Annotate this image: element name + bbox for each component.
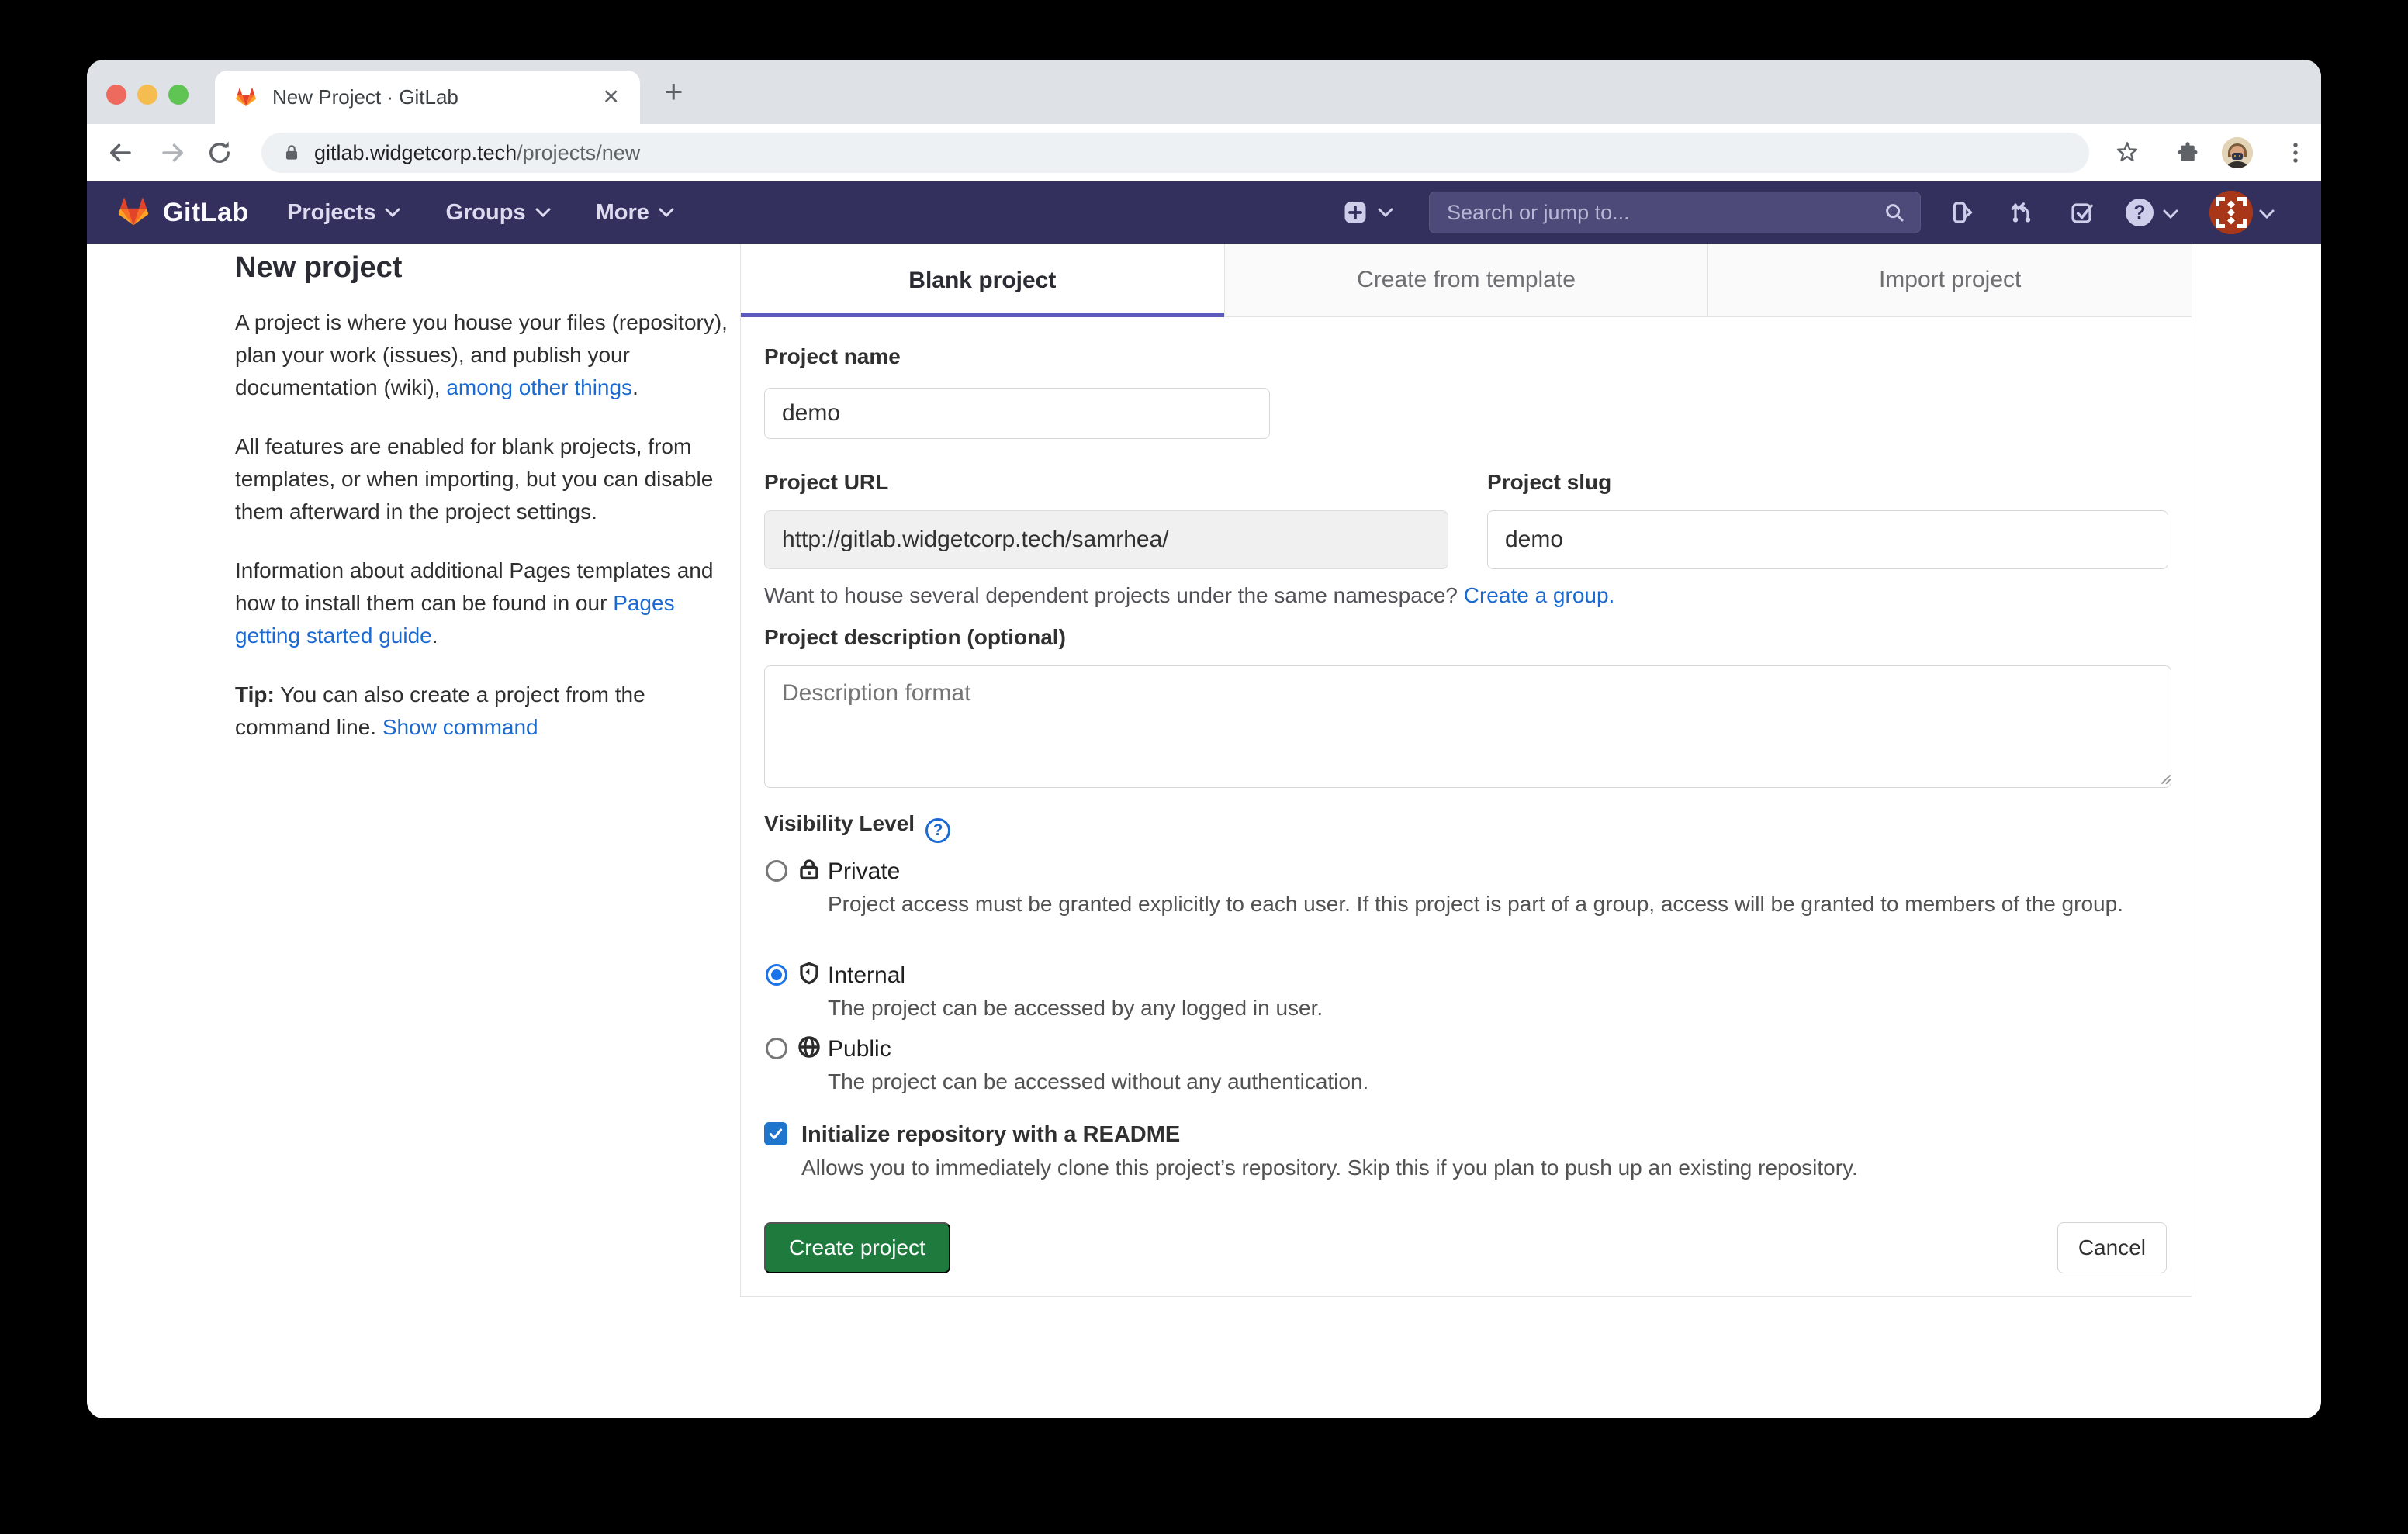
radio-private[interactable] xyxy=(766,860,787,882)
sidebar-paragraph: Tip: You can also create a project from … xyxy=(235,679,746,744)
tab-title: New Project · GitLab xyxy=(272,85,602,109)
lock-icon xyxy=(282,143,302,163)
url-bar[interactable]: gitlab.widgetcorp.tech/projects/new xyxy=(261,133,2089,173)
nav-menu-projects[interactable]: Projects xyxy=(287,200,400,226)
project-url-input[interactable] xyxy=(764,510,1448,569)
create-project-button[interactable]: Create project xyxy=(764,1222,950,1273)
sidebar-paragraph: All features are enabled for blank proje… xyxy=(235,430,746,528)
visibility-option-desc: The project can be accessed by any logge… xyxy=(828,991,1323,1025)
project-name-label: Project name xyxy=(764,344,901,369)
reload-icon[interactable] xyxy=(206,139,234,167)
sidebar-paragraph: A project is where you house your files … xyxy=(235,306,746,404)
nav-menu-more[interactable]: More xyxy=(596,200,674,226)
visibility-level-label: Visibility Level? xyxy=(764,811,950,843)
namespace-hint: Want to house several dependent projects… xyxy=(764,583,1614,608)
project-description-textarea[interactable] xyxy=(764,665,2171,788)
gitlab-wordmark[interactable]: GitLab xyxy=(163,198,249,228)
new-tab-button[interactable]: + xyxy=(664,75,683,108)
page-content: New project A project is where you house… xyxy=(87,244,2321,1418)
url-text: gitlab.widgetcorp.tech/projects/new xyxy=(314,141,640,165)
search-icon xyxy=(1883,201,1906,224)
tab-blank-project[interactable]: Blank project xyxy=(741,244,1224,317)
project-url-label: Project URL xyxy=(764,470,888,495)
project-slug-input[interactable] xyxy=(1487,510,2168,569)
close-window-button[interactable] xyxy=(106,85,126,105)
visibility-option-desc: Project access must be granted explicitl… xyxy=(828,887,2123,921)
chevron-down-icon xyxy=(2259,209,2275,219)
show-command-link[interactable]: Show command xyxy=(382,715,538,739)
resize-grip-icon[interactable] xyxy=(2157,771,2171,785)
back-icon[interactable] xyxy=(106,139,134,167)
visibility-option-name: Private xyxy=(828,859,900,885)
project-name-input[interactable] xyxy=(764,388,1270,439)
chevron-down-icon xyxy=(535,208,551,217)
new-project-panel: Blank project Create from template Impor… xyxy=(740,244,2192,1297)
chevron-down-icon xyxy=(385,208,400,217)
extensions-puzzle-icon[interactable] xyxy=(2176,141,2199,164)
create-a-group-link[interactable]: Create a group. xyxy=(1464,583,1615,607)
search-placeholder: Search or jump to... xyxy=(1447,201,1883,225)
user-avatar[interactable] xyxy=(2209,191,2253,234)
browser-profile-avatar[interactable] xyxy=(2222,137,2253,168)
avatar-identicon xyxy=(2209,191,2253,234)
lock-icon xyxy=(797,857,822,882)
profile-photo xyxy=(2222,137,2253,168)
shield-icon xyxy=(797,961,822,986)
browser-toolbar: gitlab.widgetcorp.tech/projects/new xyxy=(87,124,2321,181)
visibility-option-name: Internal xyxy=(828,962,905,989)
gitlab-favicon-icon xyxy=(234,85,258,109)
todos-icon[interactable] xyxy=(2070,200,2095,225)
forward-icon[interactable] xyxy=(159,139,187,167)
browser-window: New Project · GitLab ✕ + gitlab.widgetco… xyxy=(87,60,2321,1418)
zoom-window-button[interactable] xyxy=(168,85,189,105)
bookmark-star-icon[interactable] xyxy=(2115,140,2140,165)
browser-tab[interactable]: New Project · GitLab ✕ xyxy=(215,71,640,124)
issues-icon[interactable] xyxy=(1950,200,1975,225)
merge-request-icon[interactable] xyxy=(2009,200,2034,225)
visibility-option-desc: The project can be accessed without any … xyxy=(828,1065,1368,1099)
gitlab-menus: Projects Groups More xyxy=(287,181,674,244)
project-description-label: Project description (optional) xyxy=(764,625,1066,650)
chevron-down-icon xyxy=(2163,209,2178,219)
minimize-window-button[interactable] xyxy=(137,85,157,105)
chevron-down-icon xyxy=(1378,208,1393,217)
among-other-things-link[interactable]: among other things xyxy=(446,375,632,399)
visibility-option-name: Public xyxy=(828,1036,891,1062)
plus-square-icon xyxy=(1342,199,1368,226)
sidebar-paragraph: Information about additional Pages templ… xyxy=(235,555,746,652)
help-icon[interactable]: ? xyxy=(2126,199,2154,226)
tab-import-project[interactable]: Import project xyxy=(1707,244,2192,317)
cancel-button[interactable]: Cancel xyxy=(2057,1222,2167,1273)
readme-label: Initialize repository with a README xyxy=(801,1122,1180,1148)
tab-close-icon[interactable]: ✕ xyxy=(602,85,620,109)
page-title: New project xyxy=(235,251,746,285)
search-input[interactable]: Search or jump to... xyxy=(1429,192,1921,233)
new-item-menu[interactable] xyxy=(1342,199,1393,226)
radio-public[interactable] xyxy=(766,1038,787,1059)
nav-menu-groups[interactable]: Groups xyxy=(445,200,550,226)
browser-menu-dots-icon[interactable] xyxy=(2282,140,2309,166)
chevron-down-icon xyxy=(659,208,674,217)
radio-internal[interactable] xyxy=(766,964,787,986)
check-icon xyxy=(767,1125,784,1142)
readme-checkbox[interactable] xyxy=(764,1122,787,1145)
tab-create-from-template[interactable]: Create from template xyxy=(1224,244,1708,317)
browser-tab-strip: New Project · GitLab ✕ + xyxy=(87,60,2321,124)
globe-icon xyxy=(797,1035,822,1059)
panel-tabs: Blank project Create from template Impor… xyxy=(741,244,2192,317)
sidebar: New project A project is where you house… xyxy=(235,251,746,770)
gitlab-navbar: GitLab Projects Groups More Search xyxy=(87,181,2321,244)
gitlab-logo-icon[interactable] xyxy=(115,194,152,230)
project-slug-label: Project slug xyxy=(1487,470,1611,495)
readme-desc: Allows you to immediately clone this pro… xyxy=(801,1151,1858,1185)
visibility-help-icon[interactable]: ? xyxy=(925,818,950,843)
